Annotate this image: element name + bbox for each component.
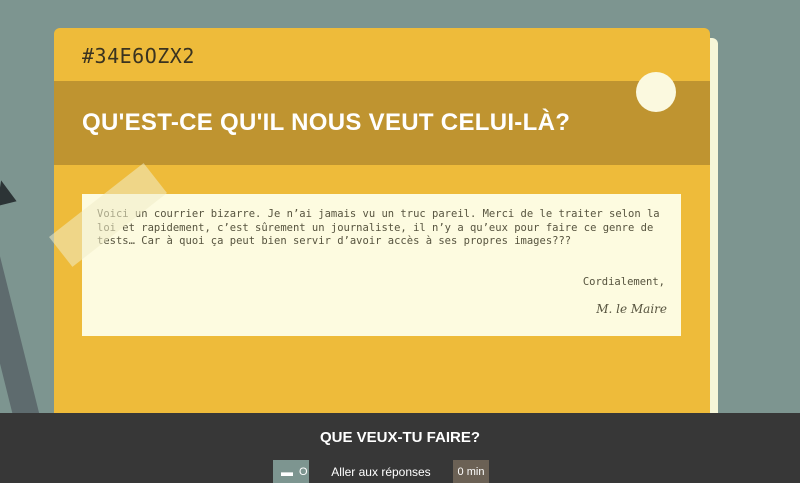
letter-paper: Voici un courrier bizarre. Je n’ai jamai… xyxy=(82,194,681,336)
timer-label: 0 min xyxy=(457,465,485,478)
card-code: #34E6OZX2 xyxy=(82,44,195,68)
go-to-answers-button[interactable]: Aller aux réponses xyxy=(323,460,439,483)
letter-body: Voici un courrier bizarre. Je n’ai jamai… xyxy=(97,208,660,247)
action-title: QUE VEUX-TU FAIRE? xyxy=(319,429,480,446)
message-card: #34E6OZX2 QU'EST-CE QU'IL NOUS VEUT CELU… xyxy=(54,28,710,438)
open-folder-button[interactable]: ▬ O xyxy=(273,460,309,483)
timer-button[interactable]: 0 min xyxy=(453,460,489,483)
action-bar: QUE VEUX-TU FAIRE? ▬ O Aller aux réponse… xyxy=(0,413,800,483)
folder-icon: ▬ xyxy=(281,464,293,479)
card-title-bar: QU'EST-CE QU'IL NOUS VEUT CELUI-LÀ? xyxy=(54,81,710,165)
go-to-answers-label: Aller aux réponses xyxy=(331,464,431,479)
letter-closing: Cordialement, xyxy=(582,276,665,288)
card-title: QU'EST-CE QU'IL NOUS VEUT CELUI-LÀ? xyxy=(82,109,571,136)
letter-signature: M. le Maire xyxy=(596,302,667,316)
pencil-tip-decoration xyxy=(0,177,17,207)
punch-hole xyxy=(636,72,676,112)
open-folder-label: O xyxy=(299,465,308,478)
